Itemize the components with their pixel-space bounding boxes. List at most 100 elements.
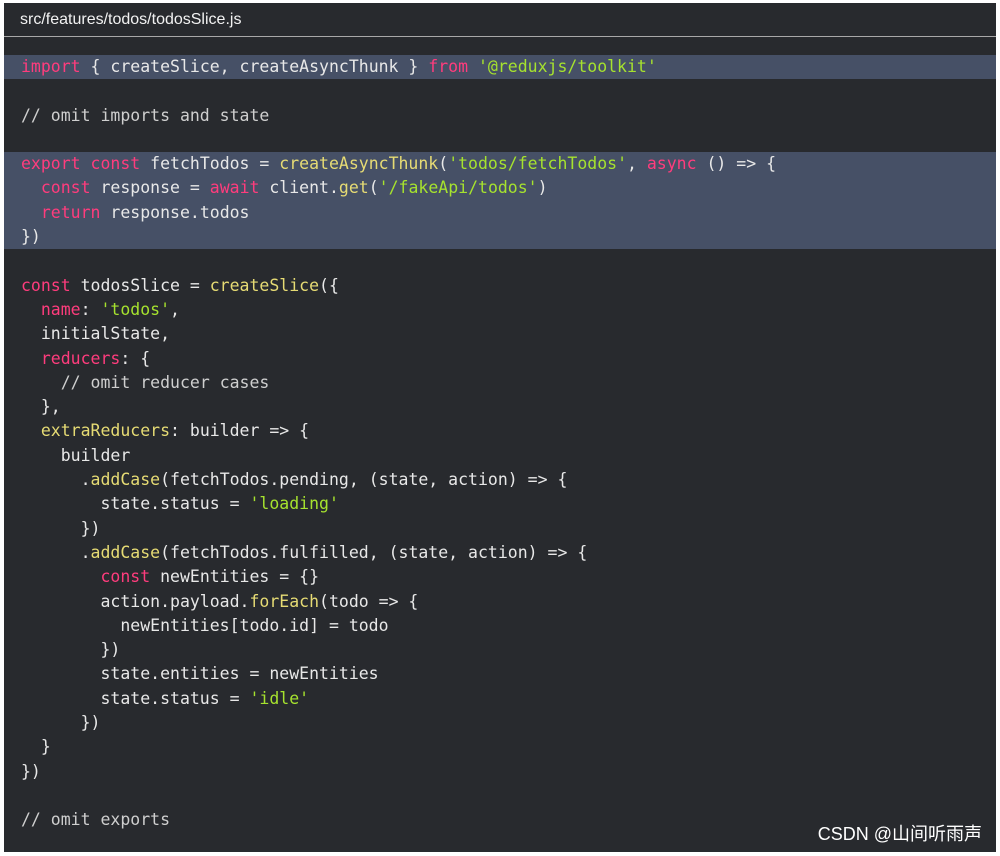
code-token: await [209,178,260,198]
code-token: { createSlice, createAsyncThunk } [80,57,429,76]
code-token: , [627,154,647,174]
code-token: const [90,154,141,174]
code-token: }) [21,227,41,247]
code-token: ( [438,154,449,174]
code-token: todosSlice = [70,275,210,295]
code-token: client. [259,178,339,198]
code-token: addCase [90,470,161,490]
code-line: }) [4,517,996,541]
highlighted-code-line: }) [4,225,996,250]
code-token: 'idle' [249,688,310,708]
code-token: , [170,299,180,319]
code-token: : [80,299,101,319]
code-line: } [4,735,996,759]
code-line: initialState, [4,322,996,346]
code-token: response.todos [100,202,250,222]
code-line: reducers: { [4,347,996,371]
code-token: get [338,178,369,198]
code-token: } [21,737,51,757]
code-line: // omit imports and state [4,104,996,128]
code-line: }) [4,638,996,662]
code-line: state.status = 'loading' [4,492,996,516]
code-token: name [40,299,81,319]
highlighted-code-line: const response = await client.get('/fake… [4,176,996,201]
code-token: initialState, [21,324,171,344]
code-token: state.status = [21,688,250,708]
code-token: () => { [696,154,777,174]
code-token: addCase [90,542,161,562]
code-token: reducers [40,348,121,368]
code-token: const [100,567,151,587]
code-token: async [646,154,697,174]
code-token: : { [120,348,151,368]
code-line: builder [4,444,996,468]
code-line: .addCase(fetchTodos.fulfilled, (state, a… [4,541,996,565]
code-line: }) [4,711,996,735]
code-line: action.payload.forEach(todo => { [4,590,996,614]
code-token: response = [90,178,210,198]
code-line: state.status = 'idle' [4,687,996,711]
code-line: }, [4,395,996,419]
code-token: }) [21,640,121,660]
code-token: // omit exports [21,810,171,830]
code-token: forEach [249,591,320,611]
code-token: (fetchTodos.pending, (state, action) => … [160,470,568,490]
code-token: fetchTodos = [140,154,280,174]
code-token: action.payload. [21,591,250,611]
highlighted-code-line: export const fetchTodos = createAsyncThu… [4,152,996,177]
code-line: name: 'todos', [4,298,996,322]
watermark: CSDN @山间听雨声 [817,824,982,844]
code-token: createAsyncThunk [279,154,439,174]
code-line: const newEntities = {} [4,565,996,589]
code-token: builder [21,445,131,465]
code-token: import [21,57,81,76]
file-path-header: src/features/todos/todosSlice.js [4,3,996,37]
code-token: // omit reducer cases [60,372,270,392]
code-token: from [428,57,469,76]
code-area: import { createSlice, createAsyncThunk }… [4,55,996,833]
code-token: 'todos' [100,299,171,319]
code-token: return [40,202,101,222]
code-token: . [21,470,91,490]
code-token: ( [368,178,379,198]
code-token: export [21,154,81,174]
code-token: createSlice [209,275,320,295]
code-token: }, [21,397,61,417]
code-token: : builder => { [170,421,310,441]
code-token: '@reduxjs/toolkit' [477,57,657,76]
code-token: state.entities = newEntities [21,664,379,684]
code-line: // omit reducer cases [4,371,996,395]
code-token: }) [21,761,41,781]
code-line: }) [4,760,996,784]
code-line: const todosSlice = createSlice({ [4,274,996,298]
code-line: newEntities[todo.id] = todo [4,614,996,638]
code-token: }) [21,518,101,538]
highlighted-code-line: return response.todos [4,200,996,226]
code-line: state.entities = newEntities [4,662,996,686]
code-token: ({ [319,275,339,295]
code-token: newEntities = {} [150,567,320,587]
code-token: 'todos/fetchTodos' [448,154,627,174]
code-block: src/features/todos/todosSlice.js import … [4,3,996,852]
code-token: . [21,542,91,562]
code-token: newEntities[todo.id] = todo [21,615,389,635]
code-token: }) [21,713,101,733]
highlighted-code-line: import { createSlice, createAsyncThunk }… [4,55,996,80]
code-token: '/fakeApi/todos' [378,178,538,198]
code-token: state.status = [21,494,250,514]
code-token: // omit imports and state [21,105,270,125]
code-token: (todo => { [319,591,419,611]
